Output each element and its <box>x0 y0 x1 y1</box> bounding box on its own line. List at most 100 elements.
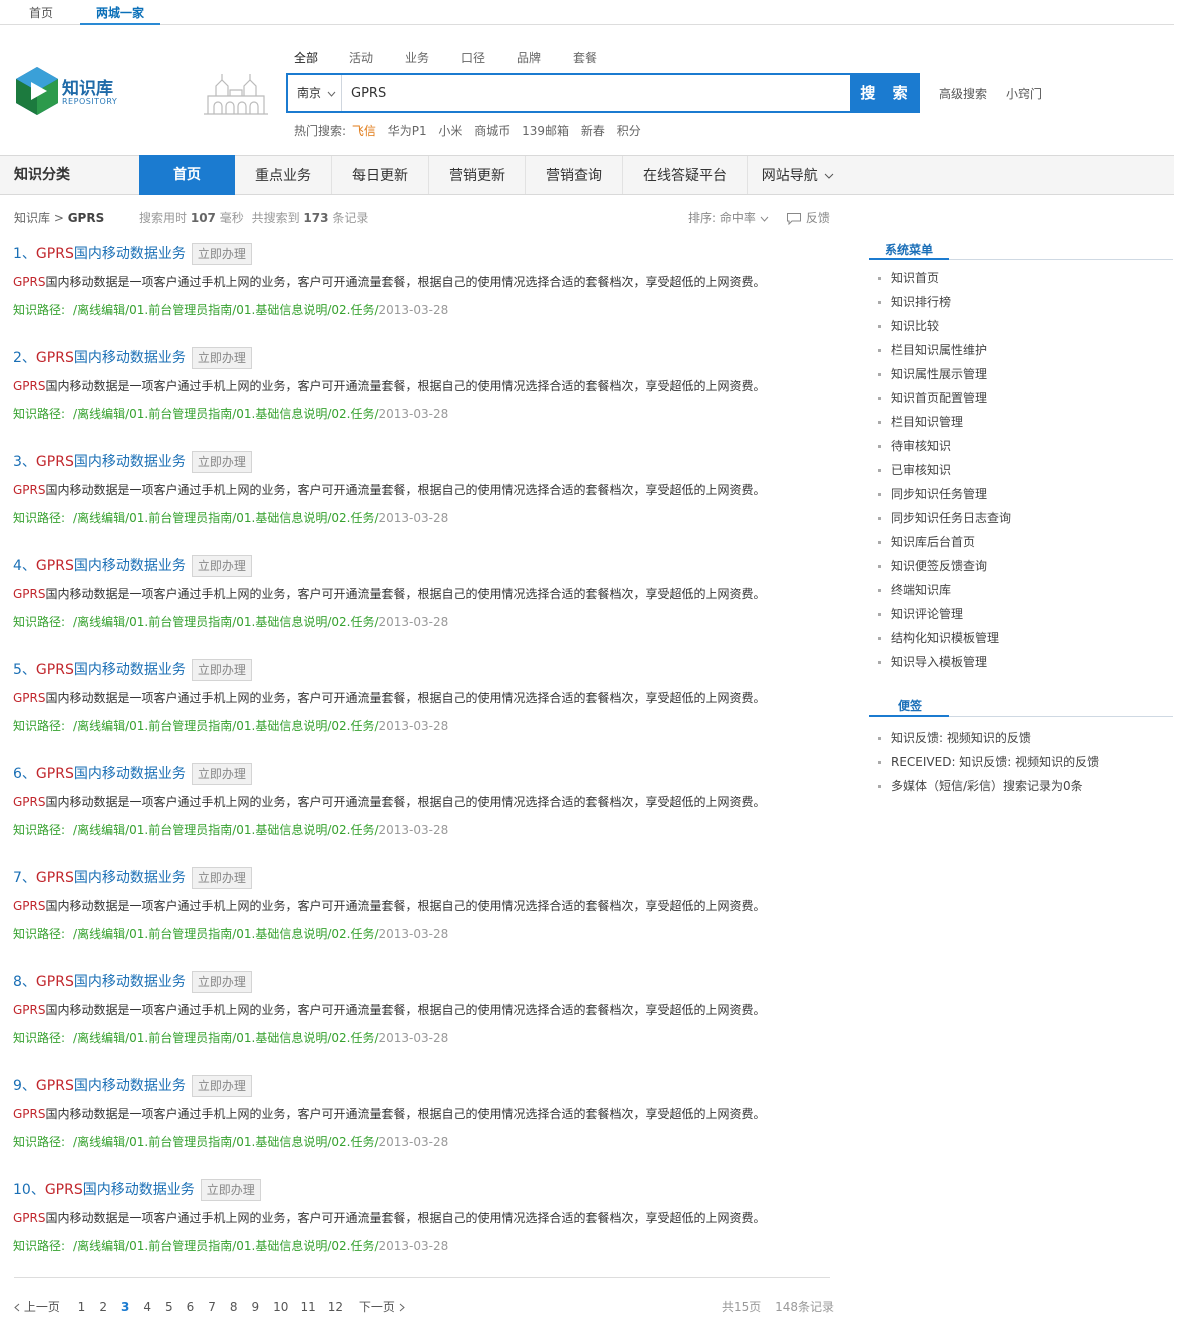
result-title[interactable]: 8、GPRS国内移动数据业务 立即办理 <box>13 971 252 993</box>
search-tab-all[interactable]: 全部 <box>294 49 318 66</box>
page-number[interactable]: 11 <box>300 1300 315 1314</box>
result-path-link[interactable]: /离线编辑/01.前台管理员指南/01.基础信息说明/02.任务/ <box>73 407 378 421</box>
search-tab-business[interactable]: 业务 <box>405 49 429 66</box>
apply-now-button[interactable]: 立即办理 <box>191 347 252 369</box>
hot-term[interactable]: 小米 <box>438 124 462 138</box>
search-tab-activity[interactable]: 活动 <box>349 49 373 66</box>
top-tab-home[interactable]: 首页 <box>14 0 68 25</box>
breadcrumb-root[interactable]: 知识库 <box>14 211 50 225</box>
result-path-link[interactable]: /离线编辑/01.前台管理员指南/01.基础信息说明/02.任务/ <box>73 927 378 941</box>
result-title[interactable]: 10、GPRS国内移动数据业务 立即办理 <box>13 1179 261 1201</box>
result-path-link[interactable]: /离线编辑/01.前台管理员指南/01.基础信息说明/02.任务/ <box>73 1239 378 1253</box>
result-path-link[interactable]: /离线编辑/01.前台管理员指南/01.基础信息说明/02.任务/ <box>73 823 378 837</box>
result-title[interactable]: 2、GPRS国内移动数据业务 立即办理 <box>13 347 252 369</box>
page-number[interactable]: 6 <box>187 1300 195 1314</box>
feedback-link[interactable]: 反馈 <box>786 209 830 226</box>
nav-marketing-updates[interactable]: 营销更新 <box>429 156 526 194</box>
nav-site-navigation[interactable]: 网站导航 <box>748 156 848 194</box>
system-menu-item[interactable]: 知识评论管理 <box>878 602 1011 626</box>
system-menu-item[interactable]: 知识导入模板管理 <box>878 650 1011 674</box>
result-path-link[interactable]: /离线编辑/01.前台管理员指南/01.基础信息说明/02.任务/ <box>73 719 378 733</box>
system-menu-item[interactable]: 终端知识库 <box>878 578 1011 602</box>
system-menu-item[interactable]: 知识属性展示管理 <box>878 362 1011 386</box>
advanced-search-link[interactable]: 高级搜索 <box>939 85 987 102</box>
page-number[interactable]: 12 <box>328 1300 343 1314</box>
system-menu-item[interactable]: 已审核知识 <box>878 458 1011 482</box>
nav-daily-updates[interactable]: 每日更新 <box>332 156 429 194</box>
hot-term[interactable]: 华为P1 <box>388 124 427 138</box>
result-path-link[interactable]: /离线编辑/01.前台管理员指南/01.基础信息说明/02.任务/ <box>73 1135 378 1149</box>
system-menu-item[interactable]: 栏目知识管理 <box>878 410 1011 434</box>
sort-control[interactable]: 排序: 命中率 <box>688 209 769 226</box>
page-number[interactable]: 8 <box>230 1300 238 1314</box>
result-item: 8、GPRS国内移动数据业务 立即办理 GPRS国内移动数据是一项客户通过手机上网的… <box>13 971 833 1075</box>
page-number[interactable]: 3 <box>121 1300 129 1314</box>
nav-online-qa[interactable]: 在线答疑平台 <box>623 156 748 194</box>
system-menu-item[interactable]: 知识首页配置管理 <box>878 386 1011 410</box>
nav-home[interactable]: 首页 <box>139 155 235 195</box>
system-menu-item[interactable]: 同步知识任务日志查询 <box>878 506 1011 530</box>
city-select[interactable]: 南京 <box>288 75 342 111</box>
page-number[interactable]: 1 <box>78 1300 86 1314</box>
apply-now-button[interactable]: 立即办理 <box>191 451 252 473</box>
search-tab-caliber[interactable]: 口径 <box>461 49 485 66</box>
next-page[interactable]: 下一页 <box>359 1300 405 1314</box>
system-menu-item[interactable]: 结构化知识模板管理 <box>878 626 1011 650</box>
search-tab-package[interactable]: 套餐 <box>573 49 597 66</box>
page-number[interactable]: 5 <box>165 1300 173 1314</box>
result-path-link[interactable]: /离线编辑/01.前台管理员指南/01.基础信息说明/02.任务/ <box>73 303 378 317</box>
note-item[interactable]: 知识反馈: 视频知识的反馈 <box>878 726 1099 750</box>
system-menu-item[interactable]: 知识排行榜 <box>878 290 1011 314</box>
apply-now-button[interactable]: 立即办理 <box>191 243 252 265</box>
result-path-link[interactable]: /离线编辑/01.前台管理员指南/01.基础信息说明/02.任务/ <box>73 511 378 525</box>
system-menu-item[interactable]: 待审核知识 <box>878 434 1011 458</box>
hot-term[interactable]: 商城币 <box>474 124 510 138</box>
hot-term[interactable]: 飞信 <box>352 124 376 138</box>
system-menu-item[interactable]: 知识库后台首页 <box>878 530 1011 554</box>
hot-term[interactable]: 139邮箱 <box>522 124 569 138</box>
result-title[interactable]: 4、GPRS国内移动数据业务 立即办理 <box>13 555 252 577</box>
prev-page[interactable]: 上一页 <box>14 1300 60 1314</box>
top-tab-bar: 首页 两城一家 <box>0 0 1174 25</box>
apply-now-button[interactable]: 立即办理 <box>191 555 252 577</box>
apply-now-button[interactable]: 立即办理 <box>191 971 252 993</box>
apply-now-button[interactable]: 立即办理 <box>191 1075 252 1097</box>
result-title[interactable]: 9、GPRS国内移动数据业务 立即办理 <box>13 1075 252 1097</box>
page-number[interactable]: 7 <box>208 1300 216 1314</box>
result-title[interactable]: 5、GPRS国内移动数据业务 立即办理 <box>13 659 252 681</box>
result-title[interactable]: 7、GPRS国内移动数据业务 立即办理 <box>13 867 252 889</box>
nav-marketing-query[interactable]: 营销查询 <box>526 156 623 194</box>
result-keyword: GPRS <box>35 662 74 678</box>
apply-now-button[interactable]: 立即办理 <box>191 659 252 681</box>
system-menu-item[interactable]: 知识比较 <box>878 314 1011 338</box>
nav-key-business[interactable]: 重点业务 <box>235 156 332 194</box>
result-path-link[interactable]: /离线编辑/01.前台管理员指南/01.基础信息说明/02.任务/ <box>73 1031 378 1045</box>
search-tab-brand[interactable]: 品牌 <box>517 49 541 66</box>
hot-term[interactable]: 新春 <box>581 124 605 138</box>
system-menu-item[interactable]: 知识首页 <box>878 266 1011 290</box>
result-title[interactable]: 1、GPRS国内移动数据业务 立即办理 <box>13 243 252 265</box>
result-path-link[interactable]: /离线编辑/01.前台管理员指南/01.基础信息说明/02.任务/ <box>73 615 378 629</box>
page-number[interactable]: 9 <box>252 1300 260 1314</box>
hot-term[interactable]: 积分 <box>617 124 641 138</box>
note-item[interactable]: RECEIVED: 知识反馈: 视频知识的反馈 <box>878 750 1099 774</box>
note-item[interactable]: 多媒体（短信/彩信）搜索记录为0条 <box>878 774 1099 798</box>
system-menu-item[interactable]: 栏目知识属性维护 <box>878 338 1011 362</box>
logo[interactable]: 知识库 REPOSITORY <box>14 66 124 118</box>
result-title[interactable]: 6、GPRS国内移动数据业务 立即办理 <box>13 763 252 785</box>
page-number[interactable]: 10 <box>273 1300 288 1314</box>
search-stats: 搜索用时 107 毫秒 共搜索到 173 条记录 <box>139 209 368 226</box>
apply-now-button[interactable]: 立即办理 <box>191 763 252 785</box>
apply-now-button[interactable]: 立即办理 <box>191 867 252 889</box>
page-number[interactable]: 2 <box>99 1300 107 1314</box>
system-menu-item[interactable]: 知识便签反馈查询 <box>878 554 1011 578</box>
apply-now-button[interactable]: 立即办理 <box>200 1179 261 1201</box>
top-tab-two-cities[interactable]: 两城一家 <box>80 0 160 25</box>
search-button[interactable]: 搜 索 <box>850 73 918 113</box>
system-menu-item[interactable]: 同步知识任务管理 <box>878 482 1011 506</box>
result-title[interactable]: 3、GPRS国内移动数据业务 立即办理 <box>13 451 252 473</box>
search-input[interactable] <box>344 75 852 111</box>
tips-link[interactable]: 小窍门 <box>1006 85 1042 102</box>
result-title-text: 国内移动数据业务 <box>73 1078 186 1094</box>
page-number[interactable]: 4 <box>143 1300 151 1314</box>
